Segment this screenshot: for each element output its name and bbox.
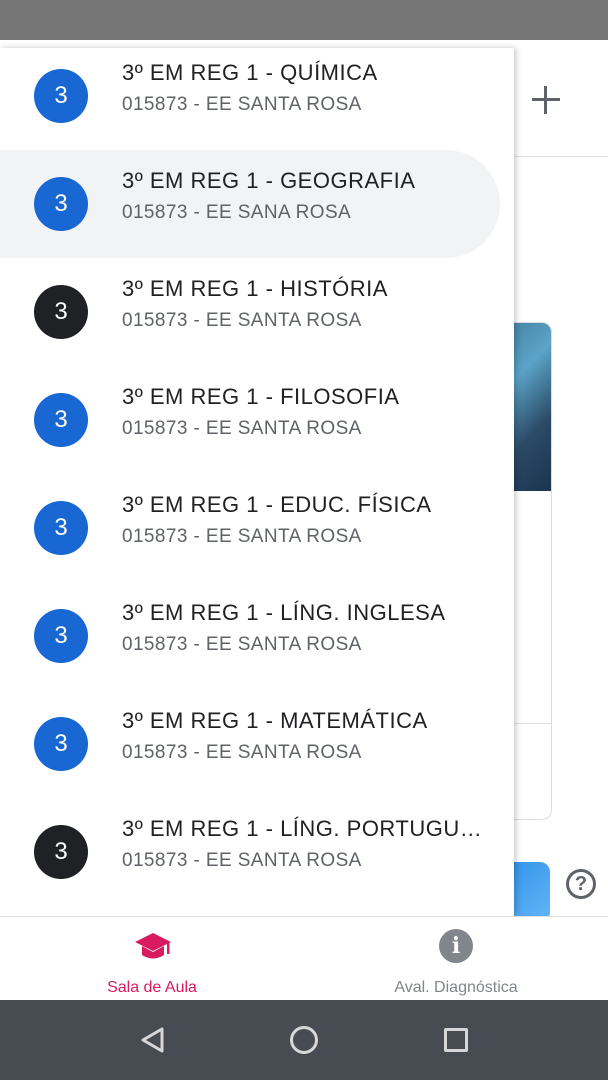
nav-label: Aval. Diagnóstica: [394, 979, 518, 996]
class-subtitle: 015873 - EE SANA ROSA: [122, 202, 352, 223]
class-title: 3º EM REG 1 - HISTÓRIA: [122, 276, 388, 301]
drawer-item-matematica[interactable]: 3 3º EM REG 1 - MATEMÁTICA 015873 - EE S…: [0, 690, 514, 798]
class-subtitle: 015873 - EE SANTA ROSA: [122, 850, 362, 871]
nav-aval-diagnostica[interactable]: i Aval. Diagnóstica: [304, 917, 608, 1001]
drawer-item-historia[interactable]: 3 3º EM REG 1 - HISTÓRIA 015873 - EE SAN…: [0, 258, 514, 366]
class-avatar: 3: [34, 177, 88, 231]
class-subtitle: 015873 - EE SANTA ROSA: [122, 310, 362, 331]
class-title: 3º EM REG 1 - EDUC. FÍSICA: [122, 492, 432, 517]
class-avatar: 3: [34, 825, 88, 879]
info-icon: i: [439, 929, 473, 963]
class-title: 3º EM REG 1 - MATEMÁTICA: [122, 708, 428, 733]
home-icon[interactable]: [290, 1026, 318, 1054]
class-subtitle: 015873 - EE SANTA ROSA: [122, 94, 362, 115]
drawer-item-ling-inglesa[interactable]: 3 3º EM REG 1 - LÍNG. INGLESA 015873 - E…: [0, 582, 514, 690]
class-title: 3º EM REG 1 - LÍNG. INGLESA: [122, 600, 446, 625]
nav-sala-de-aula[interactable]: Sala de Aula: [0, 917, 304, 1001]
class-title: 3º EM REG 1 - GEOGRAFIA: [122, 168, 416, 193]
drawer-item-quimica[interactable]: 3 3º EM REG 1 - QUÍMICA 015873 - EE SANT…: [0, 48, 514, 150]
class-drawer: 3 3º EM REG 1 - QUÍMICA 015873 - EE SANT…: [0, 48, 514, 916]
class-avatar: 3: [34, 609, 88, 663]
class-subtitle: 015873 - EE SANTA ROSA: [122, 742, 362, 763]
class-avatar: 3: [34, 501, 88, 555]
drawer-item-educ-fisica[interactable]: 3 3º EM REG 1 - EDUC. FÍSICA 015873 - EE…: [0, 474, 514, 582]
status-bar: [0, 0, 608, 40]
drawer-item-geografia[interactable]: 3 3º EM REG 1 - GEOGRAFIA 015873 - EE SA…: [0, 150, 514, 258]
bottom-navigation: Sala de Aula i Aval. Diagnóstica: [0, 916, 608, 1001]
class-avatar: 3: [34, 285, 88, 339]
class-subtitle: 015873 - EE SANTA ROSA: [122, 526, 362, 547]
class-avatar: 3: [34, 717, 88, 771]
class-subtitle: 015873 - EE SANTA ROSA: [122, 634, 362, 655]
drawer-item-ling-portuguesa[interactable]: 3 3º EM REG 1 - LÍNG. PORTUGUESA 015873 …: [0, 798, 514, 906]
class-avatar: 3: [34, 393, 88, 447]
graduation-cap-icon: [135, 933, 171, 959]
class-title: 3º EM REG 1 - LÍNG. PORTUGUESA: [122, 816, 492, 841]
drawer-item-filosofia[interactable]: 3 3º EM REG 1 - FILOSOFIA 015873 - EE SA…: [0, 366, 514, 474]
class-subtitle: 015873 - EE SANTA ROSA: [122, 418, 362, 439]
nav-label: Sala de Aula: [107, 979, 197, 996]
recents-icon[interactable]: [444, 1028, 468, 1052]
top-bar-divider: [514, 156, 608, 157]
class-avatar: 3: [34, 69, 88, 123]
back-icon[interactable]: [140, 1026, 166, 1054]
system-navigation-bar: [0, 1000, 608, 1080]
class-title: 3º EM REG 1 - QUÍMICA: [122, 60, 378, 85]
add-class-button[interactable]: [528, 82, 564, 118]
help-icon[interactable]: ?: [566, 869, 596, 899]
class-title: 3º EM REG 1 - FILOSOFIA: [122, 384, 400, 409]
